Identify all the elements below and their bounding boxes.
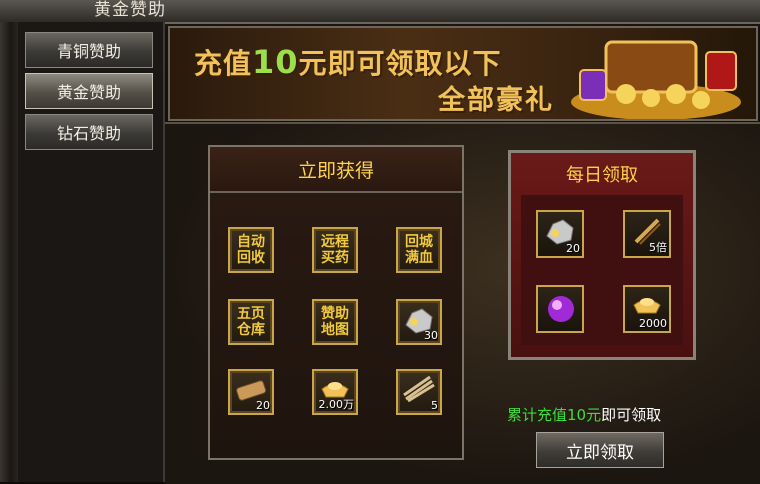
sidebar-item-diamond[interactable]: 钻石赞助 — [25, 114, 153, 150]
daily-slot-gold-ingot[interactable]: 2000 — [623, 285, 671, 333]
sidebar-item-gold[interactable]: 黄金赞助 — [25, 73, 153, 109]
promo-banner: 充值10元即可领取以下 全部豪礼 — [168, 26, 758, 121]
daily-slot-purple-orb[interactable] — [536, 285, 584, 333]
reward-slot-return-heal[interactable]: 回城 满血 — [396, 227, 442, 273]
claim-button[interactable]: 立即领取 — [536, 432, 664, 468]
purple-orb-icon — [548, 296, 574, 322]
reward-slot-silver-ore[interactable]: 30 — [396, 299, 442, 345]
daily-slot-multiplier[interactable]: 5倍 — [623, 210, 671, 258]
banner-subline: 全部豪礼 — [438, 85, 554, 116]
left-ornament — [0, 22, 18, 482]
treasure-chest-icon — [571, 40, 741, 119]
daily-rewards-grid: 20 5倍 2000 — [521, 195, 683, 345]
gold-ingot-icon — [633, 298, 661, 314]
daily-panel-title: 每日领取 — [566, 165, 638, 186]
reward-slot-remote-buy[interactable]: 远程 买药 — [312, 227, 358, 273]
sidebar-item-bronze[interactable]: 青铜赞助 — [25, 32, 153, 68]
sidebar: 青铜赞助 黄金赞助 钻石赞助 — [18, 22, 165, 482]
window-title: 黄金赞助 — [94, 0, 166, 20]
reward-slot-bundle[interactable]: 5 — [396, 369, 442, 415]
instant-panel-title: 立即获得 — [210, 147, 462, 193]
daily-slot-silver-ore[interactable]: 20 — [536, 210, 584, 258]
reward-slot-sponsor-map[interactable]: 赞助 地图 — [312, 299, 358, 345]
daily-rewards-panel: 每日领取 20 5倍 2000 — [508, 150, 696, 360]
banner-headline: 充值10元即可领取以下 — [194, 43, 502, 81]
reward-slot-auto-recycle[interactable]: 自动 回收 — [228, 227, 274, 273]
title-bar: 黄金赞助 — [0, 0, 760, 24]
reward-slot-storage[interactable]: 五页 仓库 — [228, 299, 274, 345]
instant-rewards-panel: 立即获得 自动 回收 远程 买药 回城 满血 五页 仓库 赞助 地图 30 20… — [208, 145, 464, 460]
recharge-requirement-note: 累计充值10元即可领取 — [507, 406, 662, 424]
reward-slot-scroll[interactable]: 20 — [228, 369, 274, 415]
reward-slot-gold-ingot[interactable]: 2.00万 — [312, 369, 358, 415]
